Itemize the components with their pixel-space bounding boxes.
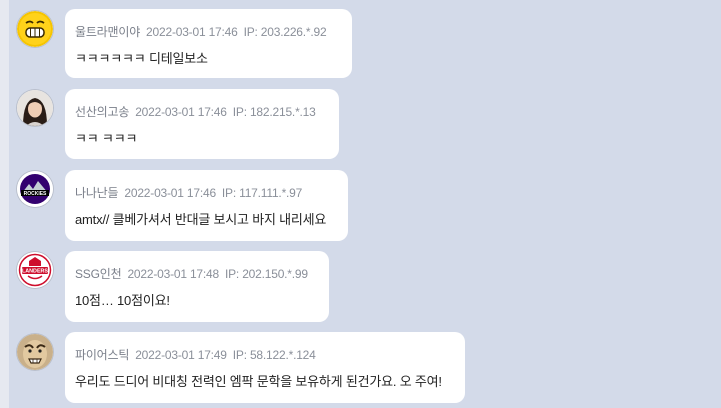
comment-meta: SSG인천 2022-03-01 17:48 IP: 202.150.*.99: [75, 265, 308, 282]
svg-text:ROCKIES: ROCKIES: [24, 191, 47, 197]
comment-bubble: SSG인천 2022-03-01 17:48 IP: 202.150.*.99 10…: [65, 251, 329, 322]
woman-portrait-photo[interactable]: [17, 90, 53, 126]
comment-meta: 울트라맨이야 2022-03-01 17:46 IP: 203.226.*.92: [75, 23, 327, 40]
nickname[interactable]: 울트라맨이야: [75, 25, 140, 39]
comment-meta: 나나난들 2022-03-01 17:46 IP: 117.111.*.97: [75, 184, 302, 201]
ip-address: IP: 117.111.*.97: [221, 186, 303, 200]
comment-meta: 선산의고송 2022-03-01 17:46 IP: 182.215.*.13: [75, 103, 316, 120]
timestamp: 2022-03-01 17:46: [146, 25, 238, 39]
ip-address: IP: 202.150.*.99: [224, 267, 308, 281]
svg-text:LANDERS: LANDERS: [22, 269, 48, 275]
comment-feed: 울트라맨이야 2022-03-01 17:46 IP: 203.226.*.92 ㅋ…: [0, 0, 721, 408]
comment-bubble: 울트라맨이야 2022-03-01 17:46 IP: 203.226.*.92 ㅋ…: [65, 9, 352, 78]
rockies-logo-icon[interactable]: ROCKIES: [17, 171, 53, 207]
comment-bubble: 파이어스틱 2022-03-01 17:49 IP: 58.122.*.124 우리…: [65, 332, 465, 403]
landers-logo-icon[interactable]: LANDERS: [17, 252, 53, 288]
comment-bubble: 선산의고송 2022-03-01 17:46 IP: 182.215.*.13 ㅋㅋ…: [65, 89, 339, 159]
comment-text: 우리도 드디어 비대칭 전력인 엠팍 문학을 보유하게 된건가요. 오 주여!: [75, 374, 442, 389]
timestamp: 2022-03-01 17:46: [124, 186, 216, 200]
timestamp: 2022-03-01 17:46: [135, 105, 227, 119]
yellow-grin-face-icon[interactable]: [17, 11, 53, 47]
comment-text: 10점… 10점이요!: [75, 293, 170, 308]
ip-address: IP: 203.226.*.92: [243, 25, 327, 39]
comment-meta: 파이어스틱 2022-03-01 17:49 IP: 58.122.*.124: [75, 346, 316, 363]
comment-text: amtx// 클베가셔서 반대글 보시고 바지 내리세요: [75, 212, 327, 227]
ip-address: IP: 58.122.*.124: [232, 348, 316, 362]
nickname[interactable]: 나나난들: [75, 186, 119, 200]
timestamp: 2022-03-01 17:49: [135, 348, 227, 362]
nickname[interactable]: 파이어스틱: [75, 348, 129, 362]
ip-address: IP: 182.215.*.13: [232, 105, 316, 119]
cartoon-face-icon[interactable]: [17, 334, 53, 370]
nickname[interactable]: SSG인천: [75, 267, 122, 281]
comment-bubble: 나나난들 2022-03-01 17:46 IP: 117.111.*.97 amt…: [65, 170, 348, 241]
timestamp: 2022-03-01 17:48: [127, 267, 219, 281]
comment-text: ㅋㅋㅋㅋㅋㅋ 디테일보소: [75, 51, 208, 66]
comment-text: ㅋㅋ ㅋㅋㅋ: [75, 131, 138, 146]
nickname[interactable]: 선산의고송: [75, 105, 129, 119]
